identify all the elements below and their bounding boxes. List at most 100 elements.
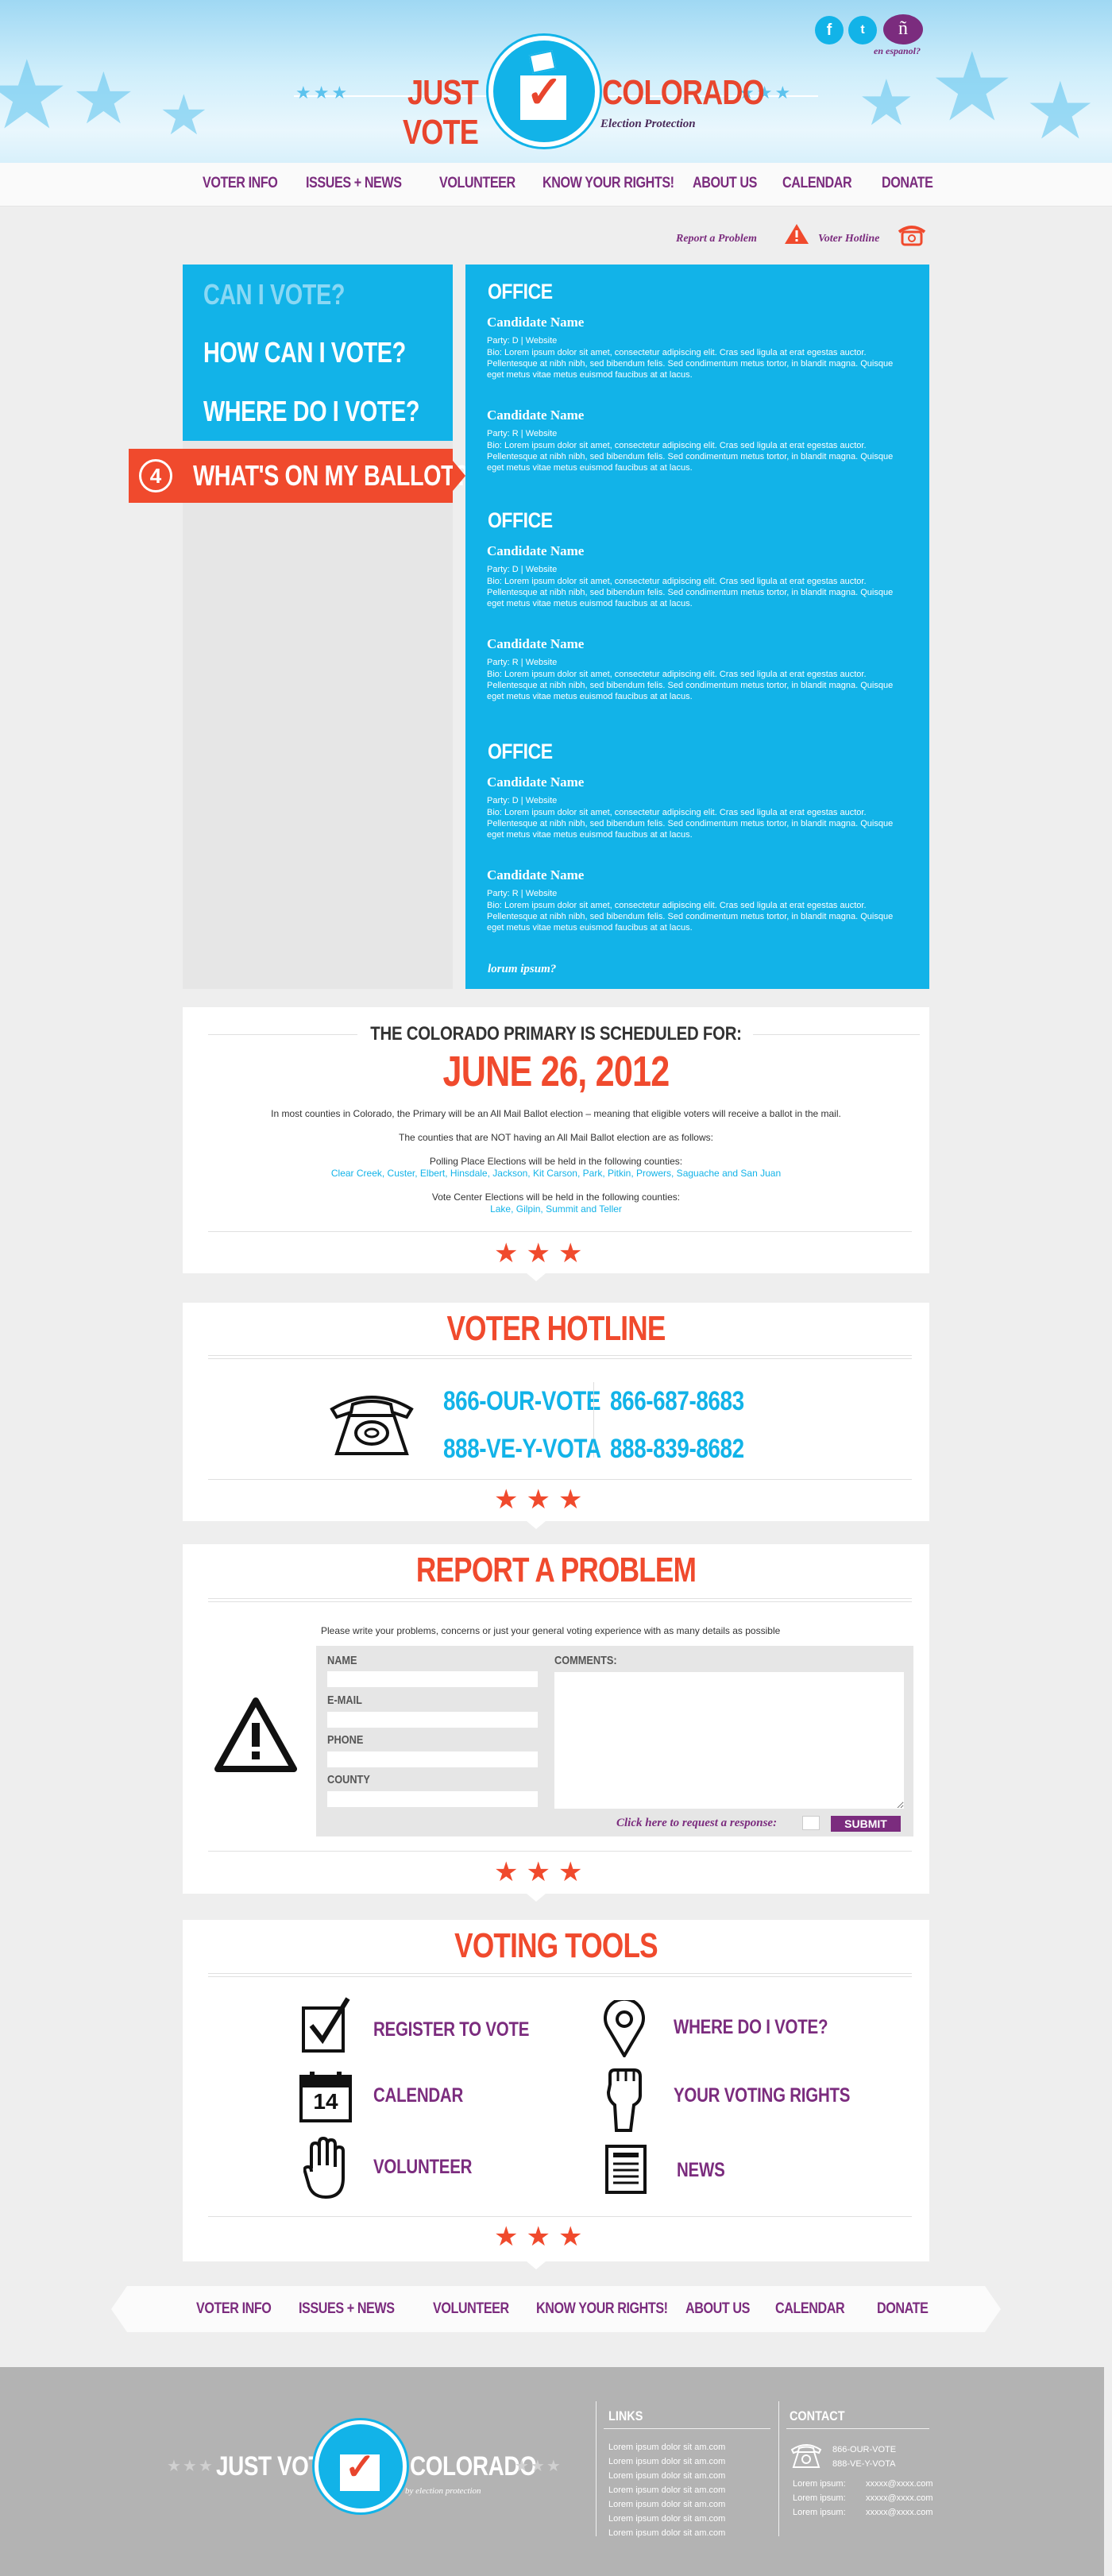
candidate-bio: Bio: Lorem ipsum dolor sit amet, consect… [487, 577, 894, 608]
menu-can-i-vote[interactable]: CAN I VOTE? [203, 278, 345, 311]
nav-calendar[interactable]: CALENDAR [775, 2300, 845, 2318]
nav-about-us[interactable]: ABOUT US [685, 2300, 750, 2318]
card-notch [527, 2261, 546, 2269]
menu-how-can-i-vote[interactable]: HOW CAN I VOTE? [203, 336, 406, 369]
hotline-number[interactable]: 866-687-8683 [610, 1386, 744, 1417]
response-prompt: Click here to request a response: [616, 1817, 778, 1829]
hotline-number[interactable]: 888-VE-Y-VOTA [443, 1434, 601, 1465]
nav-about-us[interactable]: ABOUT US [693, 175, 757, 192]
espanol-icon[interactable]: ñ [883, 14, 923, 44]
voter-hotline-link[interactable]: Voter Hotline [818, 233, 879, 245]
nav-know-your-rights[interactable]: KNOW YOUR RIGHTS! [542, 175, 674, 192]
footer-contact-label: Lorem ipsum: [793, 2508, 846, 2517]
hotline-number[interactable]: 888-839-8682 [610, 1434, 744, 1465]
response-checkbox[interactable] [802, 1816, 820, 1830]
footer-link[interactable]: Lorem ipsum dolor sit am.com [608, 2485, 725, 2495]
decor-star-icon: ★ [858, 68, 915, 138]
nav-donate[interactable]: DONATE [882, 175, 933, 192]
tool-calendar[interactable]: CALENDAR [373, 2084, 463, 2107]
footer-link[interactable]: Lorem ipsum dolor sit am.com [608, 2514, 725, 2524]
raised-fist-icon[interactable] [602, 2068, 647, 2132]
footer-contact-label: Lorem ipsum: [793, 2493, 846, 2503]
nav-issues-news[interactable]: ISSUES + NEWS [299, 2300, 395, 2318]
warning-icon[interactable] [784, 222, 809, 245]
telephone-icon [330, 1396, 414, 1455]
step-number: 4 [139, 459, 172, 492]
hotline-number[interactable]: 866-OUR-VOTE [443, 1386, 600, 1417]
logo-text-right[interactable]: COLORADO [602, 73, 765, 113]
nav-issues-news[interactable]: ISSUES + NEWS [306, 175, 402, 192]
report-problem-link[interactable]: Report a Problem [676, 233, 757, 245]
facebook-icon[interactable]: f [815, 16, 844, 44]
phone-label: PHONE [327, 1733, 364, 1747]
phone-input[interactable] [327, 1751, 538, 1767]
footer-link[interactable]: Lorem ipsum dolor sit am.com [608, 2500, 725, 2509]
logo-subtitle: Election Protection [600, 118, 696, 130]
tool-register[interactable]: REGISTER TO VOTE [373, 2018, 529, 2041]
candidate-party[interactable]: Party: R | Website [487, 658, 557, 667]
logo-text-left[interactable]: JUST VOTE [380, 73, 479, 153]
candidate-name[interactable]: Candidate Name [487, 774, 584, 790]
more-link[interactable]: lorum ipsum? [488, 963, 556, 976]
candidate-name[interactable]: Candidate Name [487, 543, 584, 559]
candidate-name[interactable]: Candidate Name [487, 315, 584, 330]
candidate-party[interactable]: Party: R | Website [487, 429, 557, 438]
candidate-name[interactable]: Candidate Name [487, 636, 584, 652]
nav-voter-info[interactable]: VOTER INFO [203, 175, 278, 192]
telephone-icon [790, 2444, 822, 2468]
name-input[interactable] [327, 1671, 538, 1687]
footer-link[interactable]: Lorem ipsum dolor sit am.com [608, 2471, 725, 2481]
footer-link[interactable]: Lorem ipsum dolor sit am.com [608, 2457, 725, 2466]
raised-hand-icon[interactable] [303, 2137, 345, 2200]
candidate-name[interactable]: Candidate Name [487, 407, 584, 423]
comments-textarea[interactable] [554, 1672, 904, 1809]
footer-phone[interactable]: 888-VE-Y-VOTA [832, 2459, 895, 2469]
submit-button[interactable]: SUBMIT [831, 1816, 901, 1832]
tool-news[interactable]: NEWS [677, 2159, 725, 2182]
footer-contact-email[interactable]: xxxxx@xxxx.com [866, 2493, 933, 2503]
newspaper-icon[interactable] [605, 2145, 647, 2194]
active-arrow [453, 461, 465, 491]
footer-link[interactable]: Lorem ipsum dolor sit am.com [608, 2528, 725, 2538]
calendar-day: 14 [313, 2089, 338, 2114]
footer-stars-left: ★★★ [167, 2458, 214, 2475]
twitter-icon[interactable]: t [848, 16, 877, 44]
nav-volunteer[interactable]: VOLUNTEER [433, 2300, 509, 2318]
checkbox-icon[interactable] [300, 1997, 351, 2054]
hotline-title: VOTER HOTLINE [446, 1309, 666, 1348]
espanol-link[interactable]: en espanol? [874, 45, 921, 57]
county-links[interactable]: Lake, Gilpin, Summit and Teller [207, 1203, 905, 1215]
nav-calendar[interactable]: CALENDAR [782, 175, 852, 192]
tool-where[interactable]: WHERE DO I VOTE? [674, 2016, 828, 2039]
nav-know-your-rights[interactable]: KNOW YOUR RIGHTS! [536, 2300, 668, 2318]
office-title: OFFICE [488, 280, 553, 303]
county-label: COUNTY [327, 1773, 370, 1786]
tool-voting-rights[interactable]: YOUR VOTING RIGHTS [674, 2084, 850, 2107]
footer-contact-email[interactable]: xxxxx@xxxx.com [866, 2479, 933, 2489]
office-title: OFFICE [488, 508, 553, 532]
nav-voter-info[interactable]: VOTER INFO [196, 2300, 272, 2318]
candidate-party[interactable]: Party: D | Website [487, 565, 557, 574]
checkmark-icon: ✓ [526, 67, 563, 117]
footer-contact-title: CONTACT [790, 2408, 845, 2423]
nav-donate[interactable]: DONATE [877, 2300, 929, 2318]
map-pin-icon[interactable] [602, 2000, 647, 2057]
menu-whats-on-my-ballot-label[interactable]: WHAT'S ON MY BALLOT? [193, 459, 469, 492]
footer-logo-subtitle: by election protection [405, 2486, 481, 2496]
candidate-party[interactable]: Party: D | Website [487, 336, 557, 346]
footer-phone[interactable]: 866-OUR-VOTE [832, 2445, 896, 2454]
county-input[interactable] [327, 1791, 538, 1807]
candidate-bio: Bio: Lorem ipsum dolor sit amet, consect… [487, 901, 894, 933]
footer-contact-email[interactable]: xxxxx@xxxx.com [866, 2508, 933, 2517]
tool-volunteer[interactable]: VOLUNTEER [373, 2156, 472, 2179]
menu-where-do-i-vote[interactable]: WHERE DO I VOTE? [203, 395, 419, 428]
nav-volunteer[interactable]: VOLUNTEER [439, 175, 515, 192]
phone-icon[interactable] [898, 224, 926, 246]
footer-link[interactable]: Lorem ipsum dolor sit am.com [608, 2443, 725, 2452]
candidate-name[interactable]: Candidate Name [487, 867, 584, 883]
county-links[interactable]: Clear Creek, Custer, Elbert, Hinsdale, J… [207, 1168, 905, 1179]
divider [208, 1034, 357, 1035]
candidate-party[interactable]: Party: D | Website [487, 796, 557, 805]
email-input[interactable] [327, 1712, 538, 1728]
candidate-party[interactable]: Party: R | Website [487, 889, 557, 898]
